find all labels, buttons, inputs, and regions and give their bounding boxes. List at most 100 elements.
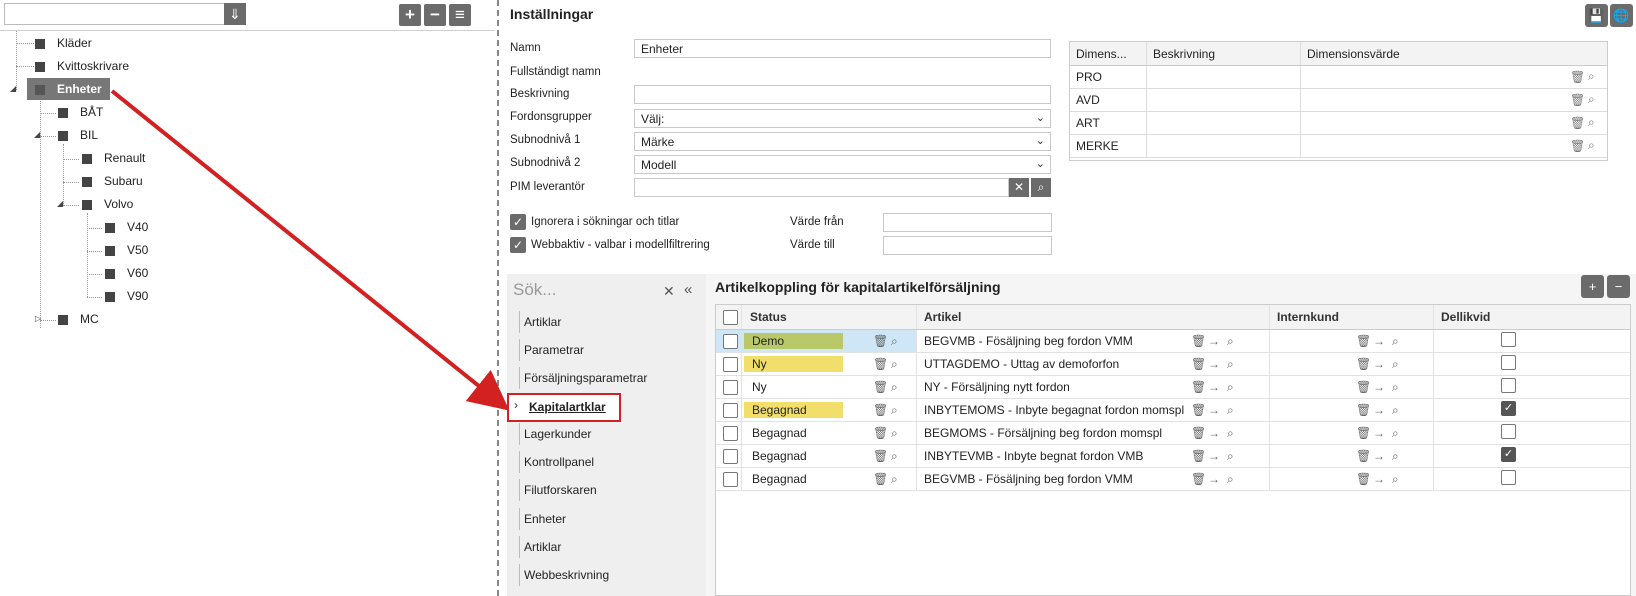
tree-node-renault[interactable]: Renault [82,148,145,168]
status-cell[interactable]: Ny [744,379,843,395]
trash-icon[interactable]: 🗑 [1570,93,1585,107]
tree-node-v90[interactable]: V90 [105,286,148,306]
save-button[interactable]: 💾 [1585,4,1608,27]
tree-node-mc[interactable]: MC [58,309,99,329]
dimension-value-cell[interactable] [1301,112,1607,134]
dellikvid-checkbox[interactable]: ✓ [1501,447,1516,462]
column-header-internkund[interactable]: Internkund [1277,305,1339,329]
arrow-right-icon[interactable]: → [1373,422,1385,444]
arrow-right-icon[interactable]: → [1208,399,1220,421]
search-icon[interactable]: ⌕ [1227,399,1234,421]
arrow-right-icon[interactable]: → [1373,399,1385,421]
description-field[interactable] [634,85,1051,104]
language-button[interactable]: 🌐 [1610,4,1633,27]
nav-item-lagerkunder[interactable]: Lagerkunder [519,423,591,445]
arrow-right-icon[interactable]: → [1373,376,1385,398]
table-row[interactable]: Ny 🗑 ⌕ UTTAGDEMO - Uttag av demoforfon 🗑 → ⌕ 🗑 →… [716,353,1630,376]
table-row[interactable]: MERKE 🗑 ⌕ [1070,135,1607,158]
tree-combo-dropdown-button[interactable]: ⇓ [224,3,246,25]
search-icon[interactable]: ⌕ [891,445,898,467]
artikel-cell[interactable]: NY - Försäljning nytt fordon [924,376,1189,398]
column-header-artikel[interactable]: Artikel [924,305,961,329]
table-row[interactable]: AVD 🗑 ⌕ [1070,89,1607,112]
search-icon[interactable]: ⌕ [1227,376,1234,398]
pim-supplier-field[interactable] [634,178,1009,197]
tree-remove-button[interactable]: − [424,4,446,26]
dellikvid-checkbox[interactable] [1501,355,1516,370]
status-cell[interactable]: Begagnad [744,425,843,441]
value-to-field[interactable] [883,236,1052,255]
trash-icon[interactable]: 🗑 [1191,353,1206,375]
dellikvid-checkbox[interactable]: ✓ [1501,401,1516,416]
trash-icon[interactable]: 🗑 [1191,376,1206,398]
search-icon[interactable]: ⌕ [1392,445,1399,467]
search-icon[interactable]: ⌕ [1392,422,1399,444]
arrow-right-icon[interactable]: → [1373,468,1385,490]
row-checkbox[interactable] [723,334,738,349]
tree-add-button[interactable]: + [399,4,421,26]
add-row-button[interactable]: + [1581,275,1604,298]
trash-icon[interactable]: 🗑 [873,468,888,490]
arrow-right-icon[interactable]: → [1208,445,1220,467]
trash-icon[interactable]: 🗑 [1570,70,1585,84]
arrow-right-icon[interactable]: → [1373,330,1385,352]
search-icon[interactable]: ⌕ [891,353,898,375]
nav-item-filutforskaren[interactable]: Filutforskaren [519,479,597,501]
trash-icon[interactable]: 🗑 [1356,376,1371,398]
trash-icon[interactable]: 🗑 [1356,353,1371,375]
description-cell[interactable] [1147,112,1301,134]
artikel-cell[interactable]: INBYTEVMB - Inbyte begnat fordon VMB [924,445,1189,467]
search-icon[interactable]: ⌕ [1227,353,1234,375]
description-cell[interactable] [1147,66,1301,88]
dellikvid-checkbox[interactable] [1501,378,1516,393]
artikel-cell[interactable]: BEGVMB - Fösäljning beg fordon VMM [924,468,1189,490]
expand-toggle-icon[interactable]: ▷ [35,314,41,323]
search-icon[interactable]: ⌕ [891,330,898,352]
table-row[interactable]: ART 🗑 ⌕ [1070,112,1607,135]
panel-splitter[interactable] [497,0,499,596]
trash-icon[interactable]: 🗑 [1570,116,1585,130]
status-cell[interactable]: Ny [744,356,843,372]
arrow-right-icon[interactable]: → [1373,445,1385,467]
trash-icon[interactable]: 🗑 [1356,399,1371,421]
description-cell[interactable] [1147,135,1301,157]
column-header-dimension-value[interactable]: Dimensionsvärde [1301,42,1607,65]
trash-icon[interactable]: 🗑 [1356,330,1371,352]
tree-node-v60[interactable]: V60 [105,263,148,283]
search-icon[interactable]: ⌕ [891,376,898,398]
row-checkbox[interactable] [723,449,738,464]
trash-icon[interactable]: 🗑 [873,353,888,375]
column-header-status[interactable]: Status [750,305,787,329]
dellikvid-checkbox[interactable] [1501,424,1516,439]
tree-node-volvo[interactable]: Volvo [82,194,133,214]
column-header-dellikvid[interactable]: Dellikvid [1441,305,1490,329]
arrow-right-icon[interactable]: → [1208,376,1220,398]
trash-icon[interactable]: 🗑 [1356,468,1371,490]
search-icon[interactable]: ⌕ [1392,353,1399,375]
tree-node-subaru[interactable]: Subaru [82,171,143,191]
status-cell[interactable]: Begagnad [744,402,843,418]
column-header-dimension[interactable]: Dimens... [1070,42,1147,65]
trash-icon[interactable]: 🗑 [1356,445,1371,467]
subnode-level-1-select[interactable]: Märke ⌄ [634,132,1051,151]
tree-filter-combo[interactable] [4,3,246,25]
tree-node-v50[interactable]: V50 [105,240,148,260]
search-icon[interactable]: ⌕ [1227,422,1234,444]
arrow-right-icon[interactable]: → [1208,353,1220,375]
search-icon[interactable]: ⌕ [1392,330,1399,352]
tree-node-v40[interactable]: V40 [105,217,148,237]
dimension-value-cell[interactable] [1301,89,1607,111]
trash-icon[interactable]: 🗑 [1191,330,1206,352]
tree-node-enheter[interactable]: Enheter [27,78,110,100]
select-all-checkbox[interactable] [723,310,738,325]
status-cell[interactable]: Demo [744,333,843,349]
search-icon[interactable]: ⌕ [1588,138,1595,153]
dellikvid-checkbox[interactable] [1501,332,1516,347]
nav-item-kontrollpanel[interactable]: Kontrollpanel [519,451,594,473]
row-checkbox[interactable] [723,357,738,372]
arrow-right-icon[interactable]: → [1208,422,1220,444]
dimension-value-cell[interactable] [1301,66,1607,88]
search-icon[interactable]: ⌕ [1588,69,1595,84]
table-row[interactable]: Begagnad 🗑 ⌕ INBYTEVMB - Inbyte begnat ford… [716,445,1630,468]
status-cell[interactable]: Begagnad [744,471,843,487]
